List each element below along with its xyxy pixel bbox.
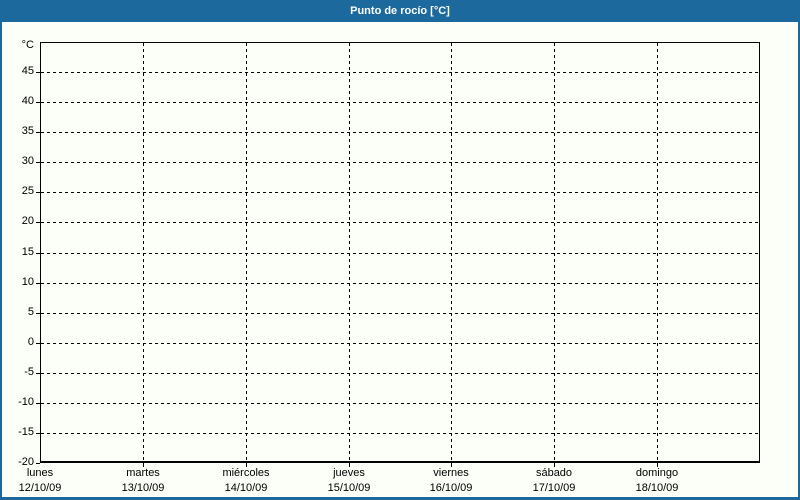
h-gridline (41, 373, 759, 374)
h-gridline (41, 162, 759, 163)
h-gridline (41, 403, 759, 404)
v-gridline (554, 43, 555, 461)
chart-title-bar: Punto de rocío [°C] (0, 0, 800, 22)
h-gridline (41, 343, 759, 344)
h-gridline (41, 283, 759, 284)
h-gridline (41, 72, 759, 73)
h-gridline (41, 313, 759, 314)
plot-area (40, 42, 760, 463)
chart-title: Punto de rocío [°C] (350, 5, 450, 17)
v-gridline (451, 43, 452, 461)
h-gridline (41, 192, 759, 193)
chart-window: Punto de rocío [°C] 45 40 35 30 25 20 15 10 5 0 -5… (0, 0, 800, 500)
h-gridline (41, 222, 759, 223)
v-gridline (246, 43, 247, 461)
h-gridline (41, 132, 759, 133)
v-gridline (349, 43, 350, 461)
h-gridline (41, 102, 759, 103)
v-gridline (143, 43, 144, 461)
h-gridline (41, 253, 759, 254)
h-gridline (41, 433, 759, 434)
v-gridline (657, 43, 658, 461)
